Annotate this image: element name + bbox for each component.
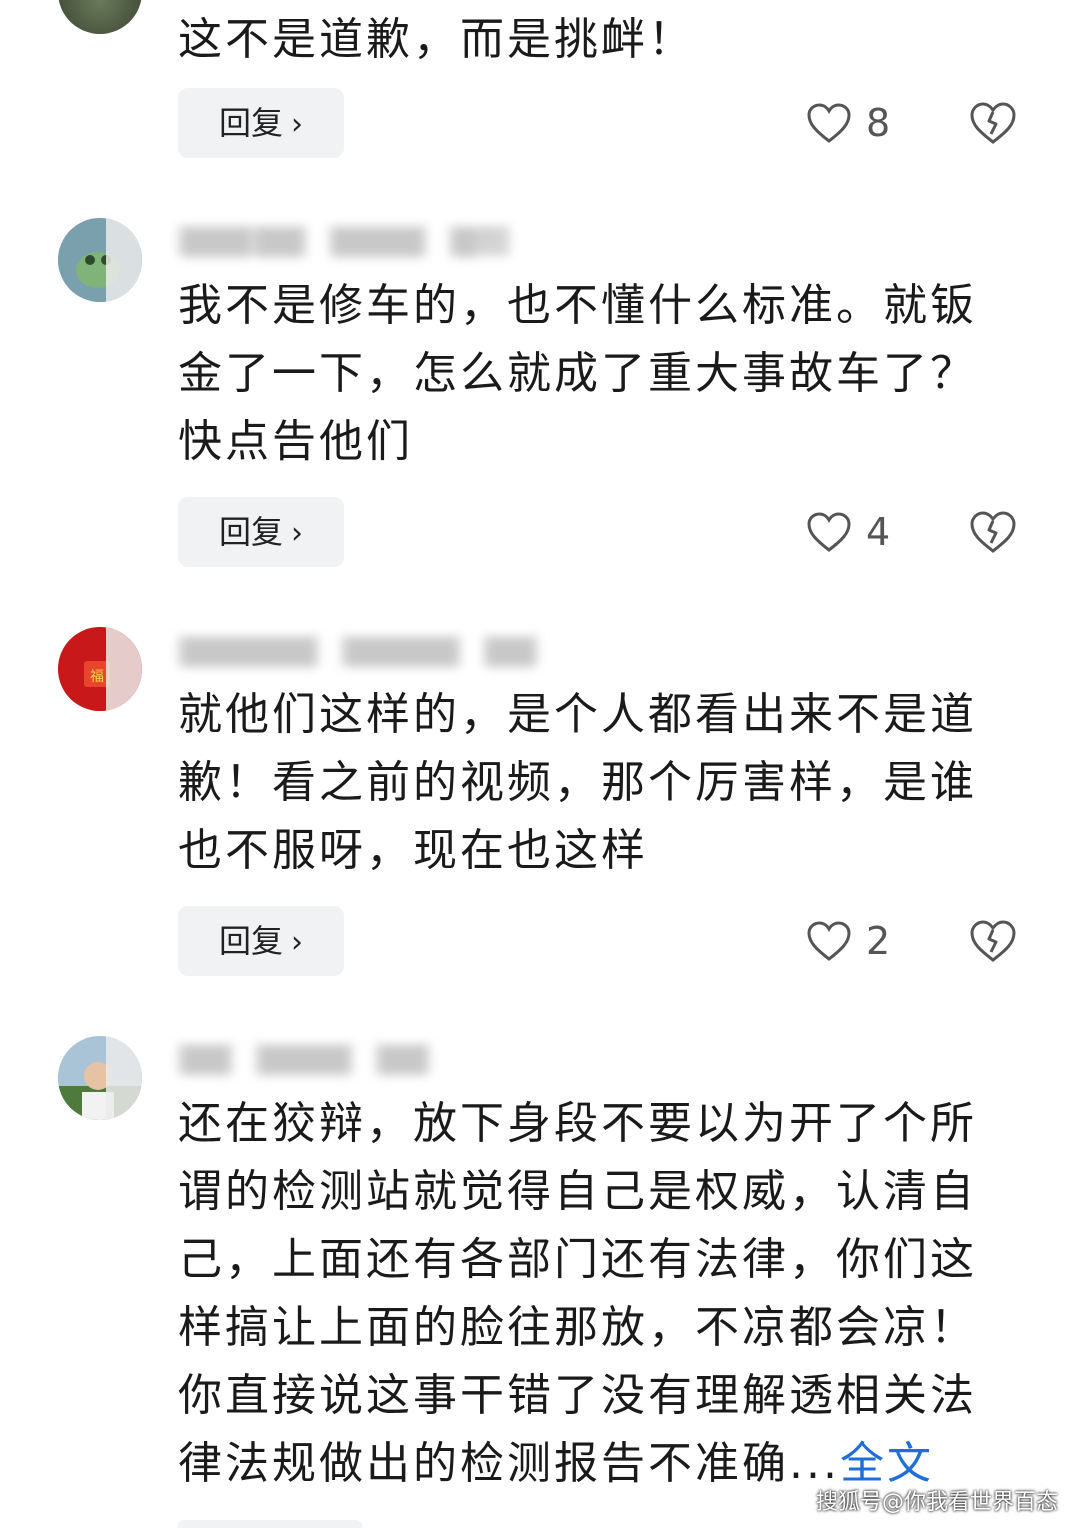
broken-heart-icon[interactable] xyxy=(968,916,1018,966)
like-button[interactable]: 2 xyxy=(806,916,890,966)
comment-meta: ▇▇▇▇▇▇ ▇▇▇▇▇ ▇▇ xyxy=(178,636,560,666)
svg-text:福: 福 xyxy=(90,669,104,685)
broken-heart-icon[interactable] xyxy=(968,98,1018,148)
comment-text: 我不是修车的，也不懂什么标准。就钣 金了一下，怎么就成了重大事故车了？ 快点告他… xyxy=(178,280,977,467)
watermark: 搜狐号@你我看世界百态 xyxy=(815,1490,1058,1515)
comment-text: 还在狡辩，放下身段不要以为开了个所 谓的检测站就觉得自己是权威，认清自 己，上面… xyxy=(178,1090,1038,1498)
like-count: 2 xyxy=(866,919,891,963)
chevron-right-icon: › xyxy=(291,516,303,551)
comment-text: 这不是道歉，而是挑衅！ xyxy=(178,14,695,65)
comment-meta: ▇▇▇ ▇▇ ▇▇▇▇ ▇东 xyxy=(178,226,532,256)
ellipsis: ... xyxy=(789,1438,840,1489)
like-button[interactable]: 8 xyxy=(806,98,890,148)
avatar[interactable] xyxy=(58,1036,142,1120)
chevron-right-icon: › xyxy=(291,925,303,960)
like-count: 8 xyxy=(866,101,891,145)
reply-button[interactable] xyxy=(178,1520,362,1528)
comment-meta: ▇▇ ▇▇▇▇ ▇▇ xyxy=(178,1044,452,1074)
heart-outline-icon xyxy=(807,921,851,961)
comment-text-body: 还在狡辩，放下身段不要以为开了个所 谓的检测站就觉得自己是权威，认清自 己，上面… xyxy=(178,1098,977,1489)
like-button[interactable]: 4 xyxy=(806,507,890,557)
reply-button[interactable]: 回复 › xyxy=(178,906,344,976)
comment-text: 就他们这样的，是个人都看出来不是道 歉！看之前的视频，那个厉害样，是谁 也不服呀… xyxy=(178,689,977,876)
heart-outline-icon xyxy=(807,512,851,552)
broken-heart-icon[interactable] xyxy=(968,507,1018,557)
heart-outline-icon xyxy=(807,103,851,143)
avatar[interactable] xyxy=(58,218,142,302)
chevron-right-icon: › xyxy=(291,107,303,142)
avatar[interactable] xyxy=(58,0,142,34)
reply-label: 回复 xyxy=(218,513,283,551)
reply-label: 回复 xyxy=(218,104,283,142)
like-count: 4 xyxy=(866,510,891,554)
reply-button[interactable]: 回复 › xyxy=(178,497,344,567)
reply-button[interactable]: 回复 › xyxy=(178,88,344,158)
reply-label: 回复 xyxy=(218,922,283,960)
expand-full-text-link[interactable]: 全文 xyxy=(840,1438,934,1489)
avatar[interactable]: 福 xyxy=(58,627,142,711)
